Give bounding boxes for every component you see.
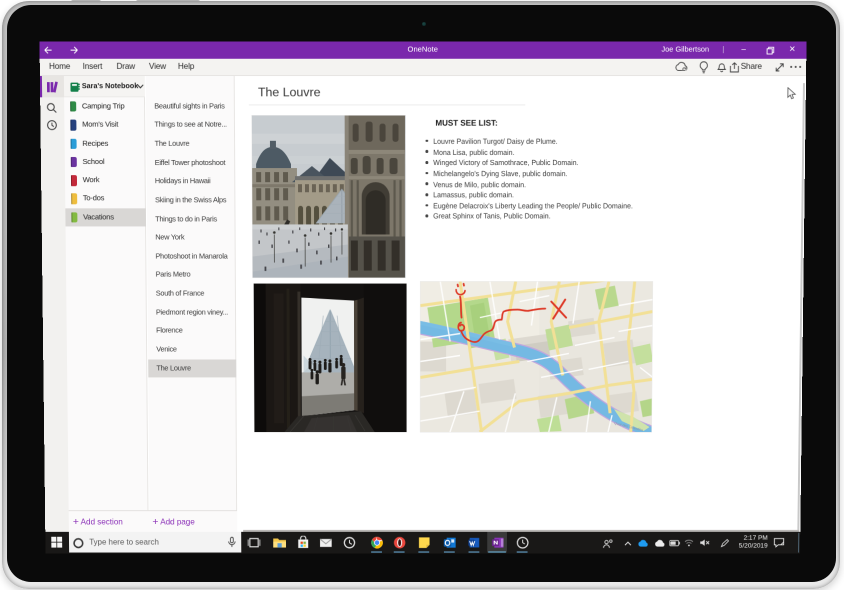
svg-text:Quai des Celestins: Quai des Celestins xyxy=(613,422,643,433)
